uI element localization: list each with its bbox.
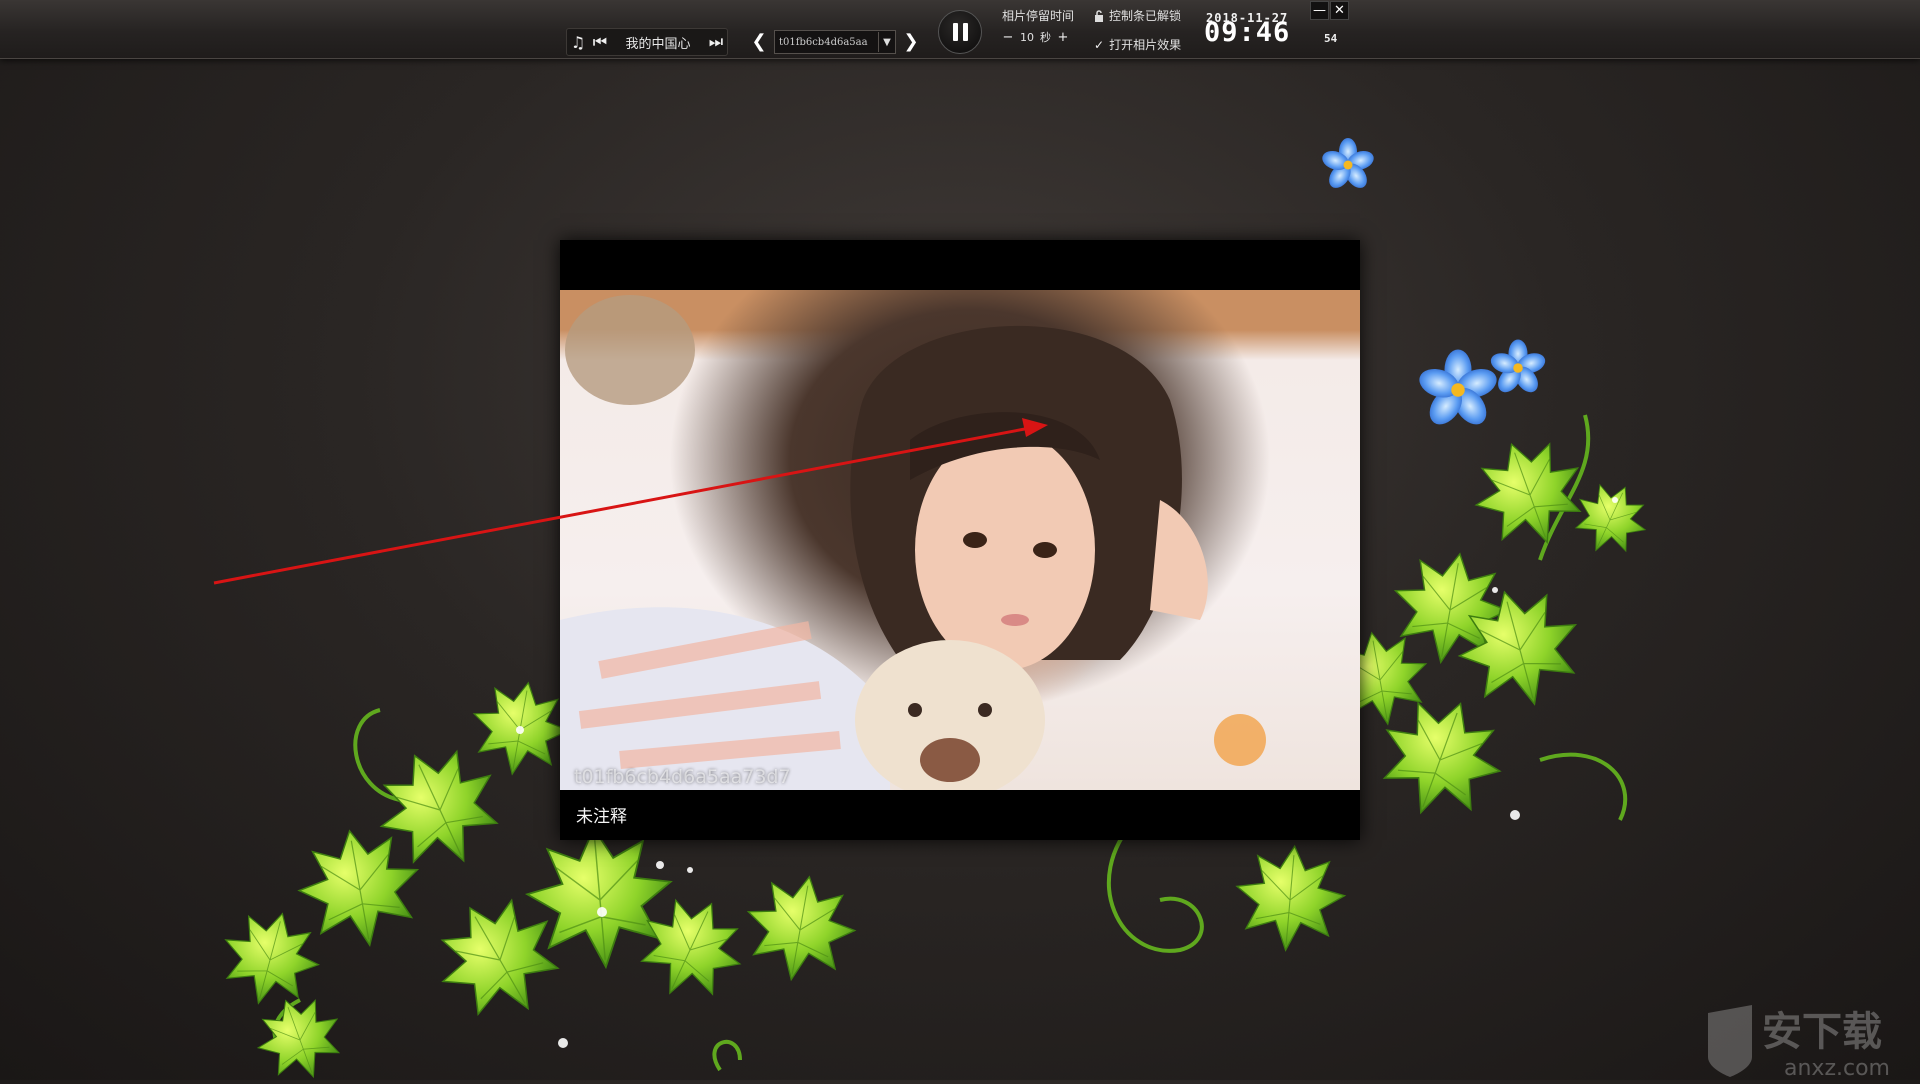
lock-icon — [1094, 9, 1104, 22]
photo-image[interactable]: t01fb6cb4d6a5aa73d7 — [560, 290, 1360, 790]
next-photo-button[interactable]: ❯ — [900, 28, 922, 54]
control-bar: ♫ ⏮ 我的中国心 ⏭ ❮ t01fb6cb4d6a5aa ▼ ❯ 相片停留时间… — [0, 0, 1920, 59]
watermark-logo: 安下载 anxz.com — [1700, 995, 1920, 1081]
minus-button[interactable]: − — [1002, 30, 1014, 45]
music-player: ♫ ⏮ 我的中国心 ⏭ — [566, 28, 728, 56]
minimize-button[interactable]: — — [1310, 1, 1329, 20]
pause-button[interactable] — [938, 10, 982, 54]
lock-label: 控制条已解锁 — [1109, 9, 1182, 23]
photo-illustration — [560, 295, 1266, 790]
previous-photo-button[interactable]: ❮ — [748, 28, 770, 54]
dwell-time-stepper: − 10 秒 + — [1002, 29, 1069, 45]
photo-select[interactable]: t01fb6cb4d6a5aa ▼ — [774, 30, 896, 54]
photo-effect-label: 打开相片效果 — [1109, 38, 1182, 52]
chevron-down-icon[interactable]: ▼ — [878, 32, 895, 52]
photo-select-value: t01fb6cb4d6a5aa — [779, 36, 868, 48]
watermark-text: 安下载 — [1762, 1009, 1882, 1055]
watermark-url: anxz.com — [1784, 1056, 1890, 1080]
dwell-unit: 秒 — [1040, 31, 1051, 44]
lock-toggle[interactable]: 控制条已解锁 — [1094, 7, 1181, 24]
photo-caption: 未注释 — [576, 807, 627, 827]
music-title: 我的中国心 — [625, 36, 691, 52]
music-note-icon[interactable]: ♫ — [567, 30, 589, 54]
checkmark-icon: ✓ — [1094, 37, 1105, 52]
photo-filename: t01fb6cb4d6a5aa73d7 — [574, 766, 791, 788]
previous-track-button[interactable]: ⏮ — [589, 30, 611, 54]
photo-effect-checkbox[interactable]: ✓ 打开相片效果 — [1094, 36, 1181, 53]
plus-button[interactable]: + — [1057, 30, 1069, 45]
close-button[interactable]: ✕ — [1330, 1, 1349, 20]
dwell-time-label: 相片停留时间 — [1002, 9, 1075, 23]
photo-frame: t01fb6cb4d6a5aa73d7 未注释 — [560, 240, 1360, 840]
dwell-value: 10 — [1020, 30, 1034, 44]
next-track-button[interactable]: ⏭ — [705, 30, 727, 54]
seconds-display: 54 — [1324, 32, 1338, 45]
time-display: 09:46 — [1204, 17, 1291, 48]
